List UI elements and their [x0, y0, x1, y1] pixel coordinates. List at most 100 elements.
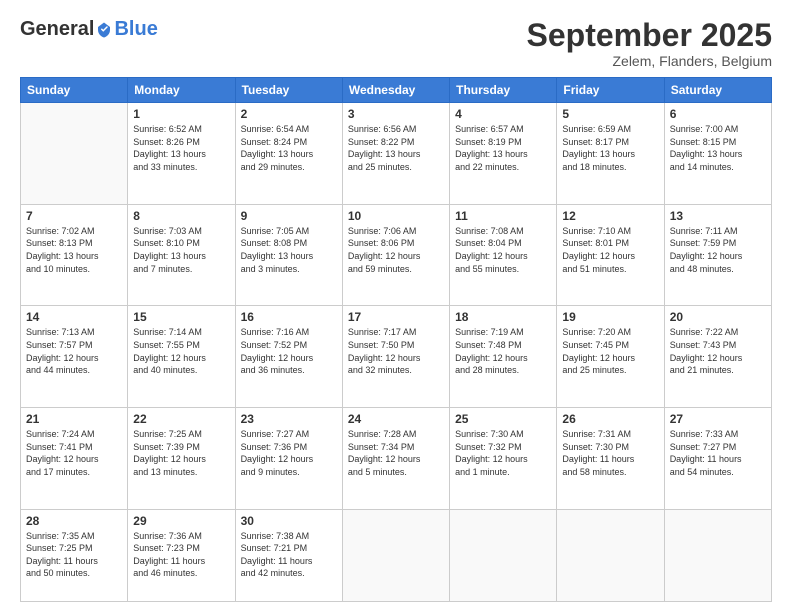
day-number: 24 [348, 412, 444, 426]
cell-info: Sunrise: 7:00 AMSunset: 8:15 PMDaylight:… [670, 123, 766, 173]
calendar-cell: 6 Sunrise: 7:00 AMSunset: 8:15 PMDaylight… [664, 103, 771, 205]
day-number: 11 [455, 209, 551, 223]
day-number: 18 [455, 310, 551, 324]
cell-info: Sunrise: 7:10 AMSunset: 8:01 PMDaylight:… [562, 225, 658, 275]
day-number: 30 [241, 514, 337, 528]
calendar-cell [342, 509, 449, 601]
calendar-cell: 9 Sunrise: 7:05 AMSunset: 8:08 PMDaylight… [235, 204, 342, 306]
calendar-cell: 27Sunrise: 7:33 AMSunset: 7:27 PMDayligh… [664, 408, 771, 510]
day-number: 23 [241, 412, 337, 426]
cell-info: Sunrise: 7:17 AMSunset: 7:50 PMDaylight:… [348, 326, 444, 376]
day-number: 12 [562, 209, 658, 223]
day-number: 19 [562, 310, 658, 324]
day-header-saturday: Saturday [664, 78, 771, 103]
cell-info: Sunrise: 6:56 AMSunset: 8:22 PMDaylight:… [348, 123, 444, 173]
day-number: 6 [670, 107, 766, 121]
week-row-1: 1 Sunrise: 6:52 AMSunset: 8:26 PMDaylight… [21, 103, 772, 205]
logo-general: General [20, 18, 94, 41]
cell-info: Sunrise: 6:59 AMSunset: 8:17 PMDaylight:… [562, 123, 658, 173]
calendar-cell: 24 Sunrise: 7:28 AMSunset: 7:34 PMDayligh… [342, 408, 449, 510]
week-row-5: 28 Sunrise: 7:35 AMSunset: 7:25 PMDayligh… [21, 509, 772, 601]
cell-info: Sunrise: 7:02 AMSunset: 8:13 PMDaylight:… [26, 225, 122, 275]
day-number: 2 [241, 107, 337, 121]
calendar-cell: 20 Sunrise: 7:22 AMSunset: 7:43 PMDayligh… [664, 306, 771, 408]
cell-info: Sunrise: 7:38 AMSunset: 7:21 PMDaylight:… [241, 530, 337, 580]
cell-info: Sunrise: 7:03 AMSunset: 8:10 PMDaylight:… [133, 225, 229, 275]
day-number: 27 [670, 412, 766, 426]
cell-info: Sunrise: 7:06 AMSunset: 8:06 PMDaylight:… [348, 225, 444, 275]
calendar-cell: 12 Sunrise: 7:10 AMSunset: 8:01 PMDayligh… [557, 204, 664, 306]
cell-info: Sunrise: 7:08 AMSunset: 8:04 PMDaylight:… [455, 225, 551, 275]
day-number: 8 [133, 209, 229, 223]
day-number: 15 [133, 310, 229, 324]
cell-info: Sunrise: 7:28 AMSunset: 7:34 PMDaylight:… [348, 428, 444, 478]
calendar-cell: 7 Sunrise: 7:02 AMSunset: 8:13 PMDaylight… [21, 204, 128, 306]
cell-info: Sunrise: 7:30 AMSunset: 7:32 PMDaylight:… [455, 428, 551, 478]
calendar-cell: 1 Sunrise: 6:52 AMSunset: 8:26 PMDaylight… [128, 103, 235, 205]
logo-text: General Blue [20, 18, 158, 41]
cell-info: Sunrise: 6:57 AMSunset: 8:19 PMDaylight:… [455, 123, 551, 173]
day-number: 14 [26, 310, 122, 324]
calendar-cell: 26Sunrise: 7:31 AMSunset: 7:30 PMDayligh… [557, 408, 664, 510]
calendar-cell: 30 Sunrise: 7:38 AMSunset: 7:21 PMDayligh… [235, 509, 342, 601]
calendar-cell: 2 Sunrise: 6:54 AMSunset: 8:24 PMDaylight… [235, 103, 342, 205]
cell-info: Sunrise: 7:05 AMSunset: 8:08 PMDaylight:… [241, 225, 337, 275]
calendar-cell: 22 Sunrise: 7:25 AMSunset: 7:39 PMDayligh… [128, 408, 235, 510]
calendar-cell: 11 Sunrise: 7:08 AMSunset: 8:04 PMDayligh… [450, 204, 557, 306]
calendar-cell: 15 Sunrise: 7:14 AMSunset: 7:55 PMDayligh… [128, 306, 235, 408]
calendar-cell: 25Sunrise: 7:30 AMSunset: 7:32 PMDayligh… [450, 408, 557, 510]
header: General Blue September 2025 Zelem, Fland… [20, 18, 772, 69]
cell-info: Sunrise: 7:20 AMSunset: 7:45 PMDaylight:… [562, 326, 658, 376]
cell-info: Sunrise: 7:14 AMSunset: 7:55 PMDaylight:… [133, 326, 229, 376]
logo-blue: Blue [114, 18, 157, 41]
day-number: 20 [670, 310, 766, 324]
calendar-cell: 4Sunrise: 6:57 AMSunset: 8:19 PMDaylight… [450, 103, 557, 205]
calendar-cell: 23 Sunrise: 7:27 AMSunset: 7:36 PMDayligh… [235, 408, 342, 510]
cell-info: Sunrise: 6:54 AMSunset: 8:24 PMDaylight:… [241, 123, 337, 173]
day-number: 7 [26, 209, 122, 223]
day-header-thursday: Thursday [450, 78, 557, 103]
day-number: 16 [241, 310, 337, 324]
cell-info: Sunrise: 7:27 AMSunset: 7:36 PMDaylight:… [241, 428, 337, 478]
calendar-cell: 14 Sunrise: 7:13 AMSunset: 7:57 PMDayligh… [21, 306, 128, 408]
page: General Blue September 2025 Zelem, Fland… [0, 0, 792, 612]
day-number: 17 [348, 310, 444, 324]
calendar-cell: 8 Sunrise: 7:03 AMSunset: 8:10 PMDaylight… [128, 204, 235, 306]
location: Zelem, Flanders, Belgium [527, 53, 772, 69]
calendar-cell [21, 103, 128, 205]
day-number: 28 [26, 514, 122, 528]
day-header-tuesday: Tuesday [235, 78, 342, 103]
logo-icon [95, 21, 113, 39]
cell-info: Sunrise: 7:24 AMSunset: 7:41 PMDaylight:… [26, 428, 122, 478]
day-number: 10 [348, 209, 444, 223]
cell-info: Sunrise: 7:35 AMSunset: 7:25 PMDaylight:… [26, 530, 122, 580]
day-number: 1 [133, 107, 229, 121]
calendar-cell: 16 Sunrise: 7:16 AMSunset: 7:52 PMDayligh… [235, 306, 342, 408]
cell-info: Sunrise: 7:25 AMSunset: 7:39 PMDaylight:… [133, 428, 229, 478]
day-number: 29 [133, 514, 229, 528]
day-number: 22 [133, 412, 229, 426]
cell-info: Sunrise: 7:22 AMSunset: 7:43 PMDaylight:… [670, 326, 766, 376]
calendar-cell: 29Sunrise: 7:36 AMSunset: 7:23 PMDayligh… [128, 509, 235, 601]
week-row-3: 14 Sunrise: 7:13 AMSunset: 7:57 PMDayligh… [21, 306, 772, 408]
calendar-cell: 10 Sunrise: 7:06 AMSunset: 8:06 PMDayligh… [342, 204, 449, 306]
day-header-friday: Friday [557, 78, 664, 103]
calendar-cell [557, 509, 664, 601]
calendar-header-row: SundayMondayTuesdayWednesdayThursdayFrid… [21, 78, 772, 103]
calendar-cell: 19 Sunrise: 7:20 AMSunset: 7:45 PMDayligh… [557, 306, 664, 408]
cell-info: Sunrise: 7:31 AMSunset: 7:30 PMDaylight:… [562, 428, 658, 478]
calendar-cell: 3 Sunrise: 6:56 AMSunset: 8:22 PMDaylight… [342, 103, 449, 205]
day-number: 3 [348, 107, 444, 121]
week-row-4: 21Sunrise: 7:24 AMSunset: 7:41 PMDayligh… [21, 408, 772, 510]
calendar-cell: 18 Sunrise: 7:19 AMSunset: 7:48 PMDayligh… [450, 306, 557, 408]
calendar-cell [450, 509, 557, 601]
cell-info: Sunrise: 7:13 AMSunset: 7:57 PMDaylight:… [26, 326, 122, 376]
day-number: 9 [241, 209, 337, 223]
calendar-cell: 13Sunrise: 7:11 AMSunset: 7:59 PMDayligh… [664, 204, 771, 306]
cell-info: Sunrise: 6:52 AMSunset: 8:26 PMDaylight:… [133, 123, 229, 173]
cell-info: Sunrise: 7:16 AMSunset: 7:52 PMDaylight:… [241, 326, 337, 376]
day-header-sunday: Sunday [21, 78, 128, 103]
day-header-monday: Monday [128, 78, 235, 103]
calendar-cell: 28 Sunrise: 7:35 AMSunset: 7:25 PMDayligh… [21, 509, 128, 601]
cell-info: Sunrise: 7:19 AMSunset: 7:48 PMDaylight:… [455, 326, 551, 376]
